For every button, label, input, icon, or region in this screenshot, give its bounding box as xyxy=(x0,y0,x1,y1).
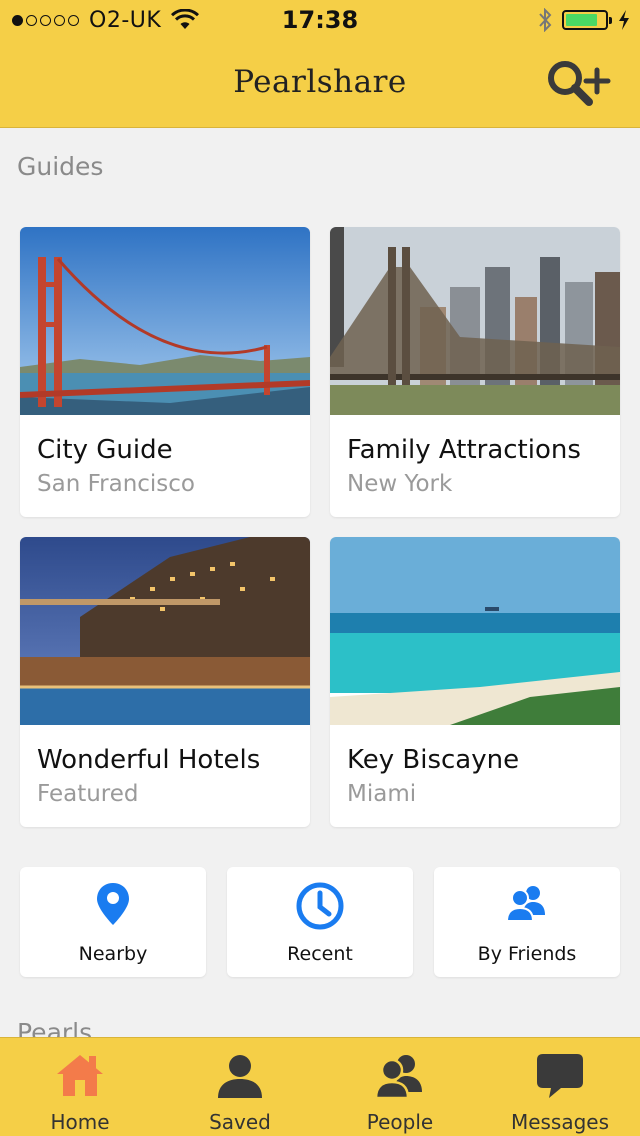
card-title: City Guide xyxy=(37,435,173,465)
queensboro-bridge-photo xyxy=(330,227,620,415)
tab-bar: Home Saved People Messages xyxy=(0,1037,640,1136)
miami-beach-photo xyxy=(330,537,620,725)
status-right xyxy=(538,8,630,32)
by-friends-button[interactable]: By Friends xyxy=(434,867,620,977)
positano-hotel-photo xyxy=(20,537,310,725)
battery-icon xyxy=(562,10,612,30)
clock-icon xyxy=(296,882,344,930)
card-subtitle: Featured xyxy=(37,781,139,807)
guide-card-key-biscayne[interactable]: Key Biscayne Miami xyxy=(330,537,620,827)
tab-home-label: Home xyxy=(50,1110,110,1134)
page-title: Pearlshare xyxy=(233,64,407,100)
people-icon xyxy=(374,1055,422,1098)
battery-level xyxy=(566,14,598,26)
tab-home[interactable]: Home xyxy=(0,1038,160,1136)
top-bar: O2-UK 17:38 Pearlshare xyxy=(0,0,640,128)
tab-messages[interactable]: Messages xyxy=(480,1038,640,1136)
chat-bubble-icon xyxy=(537,1054,583,1098)
guide-card-city-guide[interactable]: City Guide San Francisco xyxy=(20,227,310,517)
golden-gate-bridge-photo xyxy=(20,227,310,415)
friends-icon xyxy=(505,886,545,922)
recent-label: Recent xyxy=(287,943,353,965)
tab-people[interactable]: People xyxy=(320,1038,480,1136)
recent-button[interactable]: Recent xyxy=(227,867,413,977)
tab-people-label: People xyxy=(366,1110,434,1134)
card-subtitle: New York xyxy=(347,471,453,497)
card-title: Wonderful Hotels xyxy=(37,745,261,775)
location-pin-icon xyxy=(97,883,129,925)
search-add-icon[interactable] xyxy=(545,58,611,108)
status-bar: O2-UK 17:38 xyxy=(0,0,640,40)
guide-card-family-attractions[interactable]: Family Attractions New York xyxy=(330,227,620,517)
card-subtitle: Miami xyxy=(347,781,417,807)
card-title: Key Biscayne xyxy=(347,745,520,775)
charging-icon xyxy=(619,10,629,30)
by-friends-label: By Friends xyxy=(477,943,577,965)
card-subtitle: San Francisco xyxy=(37,471,196,497)
guides-section-title: Guides xyxy=(17,152,104,181)
home-icon xyxy=(57,1055,103,1096)
tab-saved-label: Saved xyxy=(209,1110,271,1134)
tab-saved[interactable]: Saved xyxy=(160,1038,320,1136)
nearby-label: Nearby xyxy=(78,943,148,965)
person-icon xyxy=(218,1055,262,1098)
nearby-button[interactable]: Nearby xyxy=(20,867,206,977)
bluetooth-icon xyxy=(539,8,552,32)
card-title: Family Attractions xyxy=(347,435,581,465)
tab-messages-label: Messages xyxy=(510,1110,610,1134)
guide-card-wonderful-hotels[interactable]: Wonderful Hotels Featured xyxy=(20,537,310,827)
